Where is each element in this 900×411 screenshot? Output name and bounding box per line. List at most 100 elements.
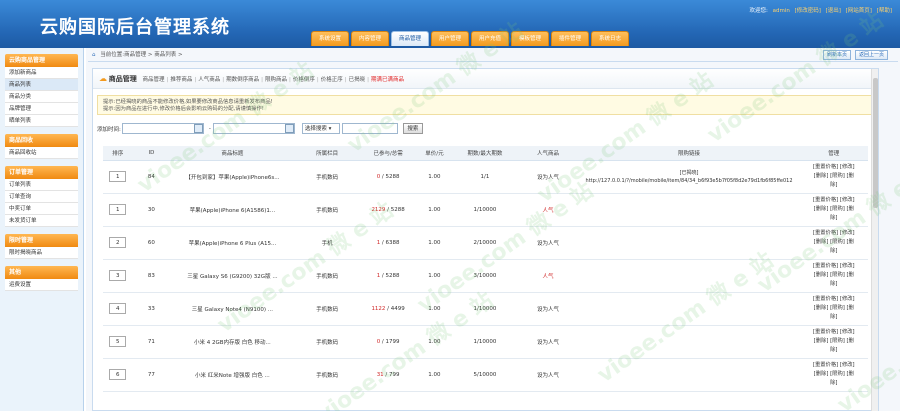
- sidebar-item[interactable]: 订单列表: [5, 179, 78, 191]
- total-count: 5288: [385, 272, 400, 279]
- sidebar-group-title[interactable]: 订单管理: [5, 166, 78, 179]
- manage-links[interactable]: [重置价格] [修改] [删除] [限购] [删除]: [812, 361, 856, 388]
- panel-tab[interactable]: 人气商品: [198, 77, 220, 83]
- sidebar-item[interactable]: 晒单列表: [5, 115, 78, 127]
- column-header: 单价/元: [416, 146, 453, 161]
- top-nav-tab[interactable]: 商品管理: [391, 31, 429, 46]
- top-nav-tab[interactable]: 插件管理: [551, 31, 589, 46]
- start-date-input[interactable]: [121, 123, 204, 134]
- manage-links[interactable]: [重置价格] [修改] [删除] [限购] [删除]: [812, 328, 856, 355]
- sidebar-item[interactable]: 品牌管理: [5, 103, 78, 115]
- hot-toggle-link[interactable]: 人气: [543, 208, 554, 214]
- sort-order-input[interactable]: 5: [109, 336, 127, 347]
- top-nav-tab[interactable]: 系统设置: [311, 31, 349, 46]
- manage-links[interactable]: [重置价格] [修改] [删除] [限购] [删除]: [812, 196, 856, 223]
- top-nav-tab[interactable]: 用户充值: [471, 31, 509, 46]
- calendar-icon[interactable]: [284, 124, 294, 133]
- sidebar-group-title[interactable]: 限时管理: [5, 234, 78, 247]
- hot-toggle-link[interactable]: 设为人气: [537, 373, 559, 379]
- sidebar-item[interactable]: 未发货订单: [5, 215, 78, 227]
- panel-tab[interactable]: 商品管理: [143, 77, 165, 83]
- manage-links[interactable]: [重置价格] [修改] [删除] [限购] [删除]: [812, 163, 856, 190]
- sidebar-item[interactable]: 限时揭晓商品: [5, 247, 78, 259]
- title-cell: 苹果(Apple)iPhone 6(A1586)1...: [170, 193, 295, 227]
- column-header: 商品标题: [170, 146, 295, 161]
- calendar-icon[interactable]: [193, 124, 203, 133]
- top-nav-tab[interactable]: 模板管理: [511, 31, 549, 46]
- panel-tab[interactable]: 期数倒序商品: [226, 77, 259, 83]
- period-cell: 1/10000: [452, 325, 518, 359]
- panel-tab[interactable]: 限购商品: [265, 77, 287, 83]
- hot-toggle-link[interactable]: 设为人气: [537, 340, 559, 346]
- search-type-select[interactable]: 选择搜索 ▾: [301, 123, 340, 134]
- manage-links[interactable]: [重置价格] [修改] [删除] [限购] [删除]: [812, 229, 856, 256]
- manage-links[interactable]: [重置价格] [修改] [删除] [限购] [删除]: [812, 262, 856, 289]
- sort-cell: 5: [103, 325, 133, 359]
- item-url-link[interactable]: http://127.0.0.1/?/mobile/mobile/item/84…: [579, 177, 800, 185]
- sidebar-item[interactable]: 中奖订单: [5, 203, 78, 215]
- vertical-scrollbar[interactable]: [871, 69, 878, 411]
- product-title-link[interactable]: 小米 4 2GB内存版 白色 移动...: [182, 338, 282, 346]
- sidebar-item[interactable]: 商品分类: [5, 91, 78, 103]
- content-panel: ☁ 商品管理 商品管理 | 推荐商品 | 人气商品 | 期数倒序商品 | 限购商品 | 价格倒序 | 价…: [92, 68, 879, 411]
- scrollbar-thumb[interactable]: [873, 78, 878, 208]
- sort-order-input[interactable]: 1: [109, 171, 127, 182]
- column-header: 管理: [799, 146, 868, 161]
- manage-cell: [重置价格] [修改] [删除] [限购] [删除]: [799, 160, 868, 194]
- back-button[interactable]: 返回上一页: [854, 50, 888, 60]
- product-title-link[interactable]: 三星 Galaxy S6 (G9200) 32G版 ...: [182, 272, 282, 280]
- sidebar-group-title[interactable]: 商品回收: [5, 134, 78, 147]
- hot-toggle-link[interactable]: 设为人气: [537, 307, 559, 313]
- sidebar-item[interactable]: 添加新商品: [5, 67, 78, 79]
- product-title-link[interactable]: 小米 红米Note 增强版 白色 ...: [182, 371, 282, 379]
- sidebar-group-title[interactable]: 云购商品管理: [5, 54, 78, 67]
- username[interactable]: admin: [773, 8, 790, 14]
- sidebar-item[interactable]: 商品列表: [5, 79, 78, 91]
- manage-links[interactable]: [重置价格] [修改] [删除] [限购] [删除]: [812, 295, 856, 322]
- tab-separator: |: [166, 77, 169, 83]
- panel-tab[interactable]: 价格倒序: [293, 77, 315, 83]
- refresh-button[interactable]: 刷新本页: [822, 50, 851, 60]
- panel-tab[interactable]: 价格正序: [321, 77, 343, 83]
- hot-toggle-link[interactable]: 人气: [543, 274, 554, 280]
- sort-order-input[interactable]: 2: [109, 237, 127, 248]
- search-keyword-input[interactable]: [341, 123, 398, 134]
- sidebar-item[interactable]: 运费设置: [5, 279, 78, 291]
- tab-separator: |: [344, 77, 347, 83]
- sort-order-input[interactable]: 3: [109, 270, 127, 281]
- product-title-link[interactable]: 【开包到家】苹果(Apple)iPhone6s...: [182, 173, 282, 181]
- price-cell: 1.00: [416, 325, 453, 359]
- top-header: 云购国际后台管理系统 欢迎您: admin [修改密码] [退出] [网站首页]…: [0, 0, 900, 48]
- product-title-link[interactable]: 苹果(Apple)iPhone 6 Plus (A15...: [182, 239, 282, 247]
- period-cell: 3/10000: [452, 259, 518, 293]
- top-nav-tab[interactable]: 内容管理: [351, 31, 389, 46]
- sidebar-item[interactable]: 商品回收站: [5, 147, 78, 159]
- top-nav-tab[interactable]: 用户管理: [431, 31, 469, 46]
- product-title-link[interactable]: 苹果(Apple)iPhone 6(A1586)1...: [182, 206, 282, 214]
- sold-count: 1122: [371, 305, 386, 312]
- link-cell: [578, 358, 800, 392]
- top-nav-tab[interactable]: 系统日志: [591, 31, 629, 46]
- sidebar-group-title[interactable]: 其他: [5, 266, 78, 279]
- hot-toggle-link[interactable]: 设为人气: [537, 175, 559, 181]
- manage-cell: [重置价格] [修改] [删除] [限购] [删除]: [799, 226, 868, 260]
- table-row: 5 71 小米 4 2GB内存版 白色 移动... 手机数码 0 / 1799 1.00 1…: [103, 325, 868, 359]
- logout-link[interactable]: [退出]: [826, 8, 841, 14]
- panel-tab[interactable]: 已揭晓: [349, 77, 366, 83]
- product-title-link[interactable]: 三星 Galaxy Note4 (N9100) ...: [182, 305, 282, 313]
- sidebar-item[interactable]: 订单查询: [5, 191, 78, 203]
- home-icon[interactable]: ⌂: [92, 52, 96, 58]
- help-link[interactable]: [帮助]: [877, 8, 892, 14]
- hot-toggle-link[interactable]: 设为人气: [537, 241, 559, 247]
- panel-tab[interactable]: 推荐商品: [170, 77, 192, 83]
- sort-order-input[interactable]: 6: [109, 369, 127, 380]
- sort-order-input[interactable]: 4: [109, 303, 127, 314]
- change-password-link[interactable]: [修改密码]: [795, 8, 821, 14]
- end-date-input[interactable]: [212, 123, 295, 134]
- title-cell: 三星 Galaxy Note4 (N9100) ...: [170, 292, 295, 326]
- search-button[interactable]: 搜索: [402, 123, 423, 134]
- sort-order-input[interactable]: 1: [109, 204, 127, 215]
- panel-tab[interactable]: 期满已满商品: [371, 77, 404, 83]
- table-body: 1 84 【开包到家】苹果(Apple)iPhone6s... 手机数码 0 / 528…: [103, 160, 868, 392]
- site-home-link[interactable]: [网站首页]: [846, 8, 872, 14]
